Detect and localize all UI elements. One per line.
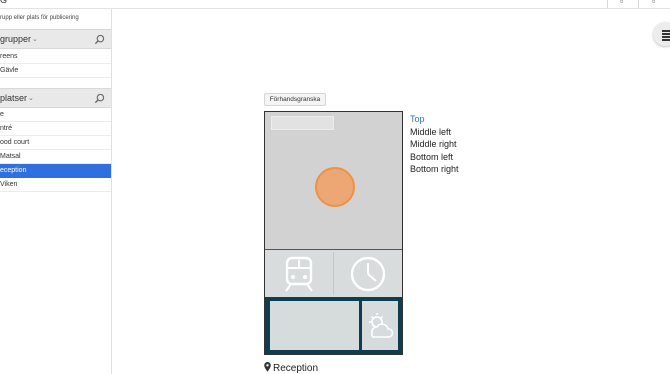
- zone-list: Top Middle left Middle right Bottom left…: [410, 113, 459, 176]
- chevron-down-icon[interactable]: ⌄: [32, 35, 38, 43]
- groups-section-header[interactable]: grupper ⌄: [0, 29, 111, 49]
- hamburger-menu-icon: [662, 30, 670, 42]
- divider: [638, 0, 639, 8]
- zone-middle-right[interactable]: [334, 250, 402, 297]
- place-item[interactable]: ntré: [0, 122, 111, 136]
- groups-title: grupper: [0, 34, 32, 44]
- place-item[interactable]: ood court: [0, 136, 111, 150]
- zone-link-middle-right[interactable]: Middle right: [410, 138, 459, 151]
- zone-link-middle-left[interactable]: Middle left: [410, 126, 459, 139]
- search-icon[interactable]: [94, 93, 105, 104]
- zone-top[interactable]: [265, 112, 402, 250]
- sidebar-hint: rupp eller plats för publicering: [0, 15, 79, 21]
- zone-link-bottom-right[interactable]: Bottom right: [410, 163, 459, 176]
- menu-button[interactable]: [653, 22, 670, 46]
- screen-preview: [264, 111, 403, 355]
- place-item[interactable]: Matsal: [0, 150, 111, 164]
- zone-bottom-left[interactable]: [270, 301, 359, 350]
- zone-middle: [265, 250, 402, 297]
- clock-icon: [350, 256, 386, 292]
- chevron-down-icon[interactable]: ⌄: [28, 94, 34, 102]
- selected-zone-marker: [315, 167, 355, 207]
- search-icon[interactable]: [94, 34, 105, 45]
- group-item[interactable]: Gävle: [0, 64, 111, 78]
- train-icon: [285, 256, 313, 292]
- divider: [607, 0, 608, 8]
- top-bar: G ▫ ▫: [0, 0, 670, 9]
- zone-middle-left[interactable]: [265, 250, 333, 297]
- place-name: Reception: [273, 363, 319, 374]
- window-button-icon[interactable]: ▫: [620, 0, 623, 6]
- location-pin-icon: [264, 362, 271, 372]
- preview-button[interactable]: Förhandsgranska: [264, 93, 326, 106]
- place-item[interactable]: e: [0, 108, 111, 122]
- sidebar: rupp eller plats för publicering grupper…: [0, 9, 112, 374]
- zone-title-placeholder: [271, 116, 334, 130]
- sun-cloud-icon: [369, 313, 394, 338]
- places-section-header[interactable]: platser ⌄: [0, 88, 111, 108]
- zone-bottom-right[interactable]: [362, 301, 398, 350]
- group-item[interactable]: reens: [0, 50, 111, 64]
- place-item-selected[interactable]: eception: [0, 164, 111, 178]
- place-caption: Reception: [264, 362, 318, 374]
- zone-link-top[interactable]: Top: [410, 113, 459, 126]
- breadcrumb: G: [0, 0, 8, 5]
- zone-bottom: [265, 297, 402, 354]
- zone-link-bottom-left[interactable]: Bottom left: [410, 151, 459, 164]
- place-item[interactable]: Viken: [0, 178, 111, 192]
- places-title: platser: [0, 93, 28, 103]
- window-button-icon[interactable]: ▫: [652, 0, 655, 6]
